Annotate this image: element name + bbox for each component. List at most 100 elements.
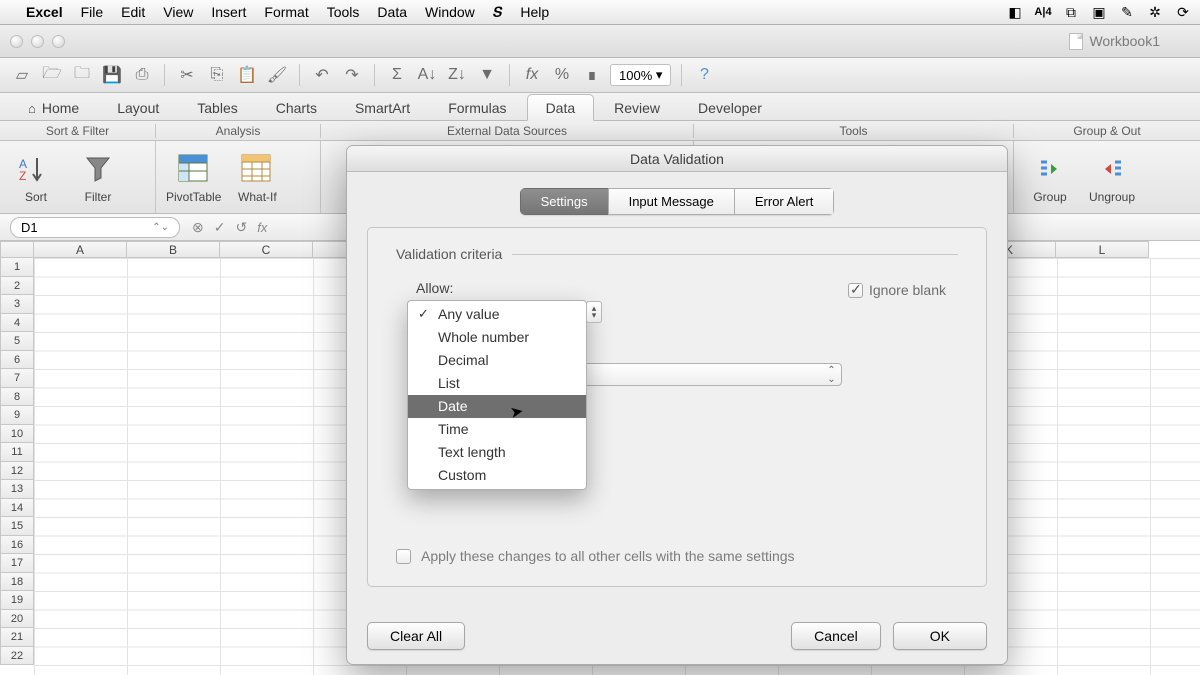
- dropdown-item-any-value[interactable]: Any value: [408, 303, 586, 326]
- menu-script-icon[interactable]: 𝑺: [493, 4, 503, 21]
- row-header[interactable]: 4: [0, 314, 34, 333]
- menu-edit[interactable]: Edit: [121, 4, 145, 20]
- cancel-button[interactable]: Cancel: [791, 622, 881, 650]
- cancel-formula-icon[interactable]: ⊗: [192, 219, 204, 236]
- sync-icon[interactable]: ⟳: [1174, 4, 1192, 21]
- fx-icon[interactable]: fx: [520, 63, 544, 87]
- format-painter-icon[interactable]: 🖌: [265, 63, 289, 87]
- zoom-window-button[interactable]: [52, 35, 65, 48]
- tab-formulas[interactable]: Formulas: [430, 95, 524, 120]
- fx-icon[interactable]: fx: [257, 220, 267, 235]
- save-icon[interactable]: 💾: [100, 63, 124, 87]
- menu-file[interactable]: File: [81, 4, 104, 20]
- row-header[interactable]: 11: [0, 443, 34, 462]
- dropbox-icon[interactable]: ⧉: [1062, 4, 1080, 21]
- row-header[interactable]: 20: [0, 610, 34, 629]
- select-all-corner[interactable]: [0, 241, 34, 258]
- clear-all-button[interactable]: Clear All: [367, 622, 465, 650]
- tab-charts[interactable]: Charts: [258, 95, 335, 120]
- row-header[interactable]: 18: [0, 573, 34, 592]
- tab-home[interactable]: ⌂Home: [10, 95, 97, 120]
- menu-window[interactable]: Window: [425, 4, 475, 20]
- dropdown-item-decimal[interactable]: Decimal: [408, 349, 586, 372]
- close-window-button[interactable]: [10, 35, 23, 48]
- enter-formula-icon[interactable]: ✓: [214, 219, 226, 236]
- row-header[interactable]: 6: [0, 351, 34, 370]
- tab-layout[interactable]: Layout: [99, 95, 177, 120]
- sort-desc-icon[interactable]: Z↓: [445, 63, 469, 87]
- history-icon[interactable]: ↺: [235, 219, 247, 236]
- status-icon[interactable]: ◧: [1006, 4, 1024, 21]
- tab-data[interactable]: Data: [527, 94, 595, 121]
- column-header[interactable]: C: [220, 241, 313, 258]
- tab-error-alert[interactable]: Error Alert: [734, 188, 835, 215]
- status-icon[interactable]: A|4: [1034, 6, 1052, 18]
- autosum-icon[interactable]: Σ: [385, 63, 409, 87]
- row-header[interactable]: 2: [0, 277, 34, 296]
- row-header[interactable]: 1: [0, 258, 34, 277]
- data-combobox[interactable]: [552, 363, 842, 386]
- stepper-icon[interactable]: ▴▾: [586, 301, 602, 323]
- minimize-window-button[interactable]: [31, 35, 44, 48]
- dropdown-item-list[interactable]: List: [408, 372, 586, 395]
- status-icon[interactable]: ▣: [1090, 4, 1108, 21]
- tab-input-message[interactable]: Input Message: [608, 188, 734, 215]
- row-header[interactable]: 8: [0, 388, 34, 407]
- new-icon[interactable]: ▱: [10, 63, 34, 87]
- menu-data[interactable]: Data: [377, 4, 407, 20]
- pivottable-button[interactable]: PivotTable: [166, 151, 221, 204]
- column-header[interactable]: B: [127, 241, 220, 258]
- group-button[interactable]: Group: [1024, 151, 1076, 204]
- name-box[interactable]: D1 ⌃⌄: [10, 217, 180, 238]
- row-header[interactable]: 22: [0, 647, 34, 666]
- column-header[interactable]: L: [1056, 241, 1149, 258]
- row-header[interactable]: 7: [0, 369, 34, 388]
- row-header[interactable]: 14: [0, 499, 34, 518]
- filter-button[interactable]: Filter: [72, 151, 124, 204]
- menu-view[interactable]: View: [163, 4, 193, 20]
- row-header[interactable]: 12: [0, 462, 34, 481]
- show-formula-icon[interactable]: %: [550, 63, 574, 87]
- row-header[interactable]: 13: [0, 480, 34, 499]
- print-icon[interactable]: ⎙: [130, 63, 154, 87]
- copy-icon[interactable]: ⎘: [205, 63, 229, 87]
- tab-tables[interactable]: Tables: [179, 95, 255, 120]
- tab-smartart[interactable]: SmartArt: [337, 95, 428, 120]
- apply-all-checkbox[interactable]: Apply these changes to all other cells w…: [396, 548, 795, 564]
- status-icon[interactable]: ✲: [1146, 4, 1164, 21]
- chart-icon[interactable]: ∎: [580, 63, 604, 87]
- zoom-control[interactable]: 100% ▾: [610, 64, 671, 86]
- app-name[interactable]: Excel: [26, 4, 63, 20]
- menu-help[interactable]: Help: [520, 4, 549, 20]
- dropdown-item-date[interactable]: Date: [408, 395, 586, 418]
- redo-icon[interactable]: ↷: [340, 63, 364, 87]
- dropdown-item-custom[interactable]: Custom: [408, 464, 586, 487]
- evernote-icon[interactable]: ✎: [1118, 4, 1136, 21]
- help-icon[interactable]: ?: [692, 63, 716, 87]
- paste-icon[interactable]: 📋: [235, 63, 259, 87]
- filter-icon[interactable]: ▼: [475, 63, 499, 87]
- tab-developer[interactable]: Developer: [680, 95, 780, 120]
- cut-icon[interactable]: ✂: [175, 63, 199, 87]
- dropdown-item-time[interactable]: Time: [408, 418, 586, 441]
- dropdown-item-text-length[interactable]: Text length: [408, 441, 586, 464]
- ignore-blank-checkbox[interactable]: Ignore blank: [848, 282, 946, 298]
- row-header[interactable]: 19: [0, 591, 34, 610]
- undo-icon[interactable]: ↶: [310, 63, 334, 87]
- row-header[interactable]: 5: [0, 332, 34, 351]
- row-header[interactable]: 17: [0, 554, 34, 573]
- dropdown-item-whole-number[interactable]: Whole number: [408, 326, 586, 349]
- ok-button[interactable]: OK: [893, 622, 987, 650]
- open-icon[interactable]: 🗁: [40, 63, 64, 87]
- sort-button[interactable]: AZ Sort: [10, 151, 62, 204]
- tab-review[interactable]: Review: [596, 95, 678, 120]
- row-header[interactable]: 9: [0, 406, 34, 425]
- row-header[interactable]: 21: [0, 628, 34, 647]
- column-header[interactable]: A: [34, 241, 127, 258]
- row-header[interactable]: 3: [0, 295, 34, 314]
- ungroup-button[interactable]: Ungroup: [1086, 151, 1138, 204]
- row-header[interactable]: 10: [0, 425, 34, 444]
- tab-settings[interactable]: Settings: [520, 188, 608, 215]
- row-header[interactable]: 15: [0, 517, 34, 536]
- menu-tools[interactable]: Tools: [327, 4, 360, 20]
